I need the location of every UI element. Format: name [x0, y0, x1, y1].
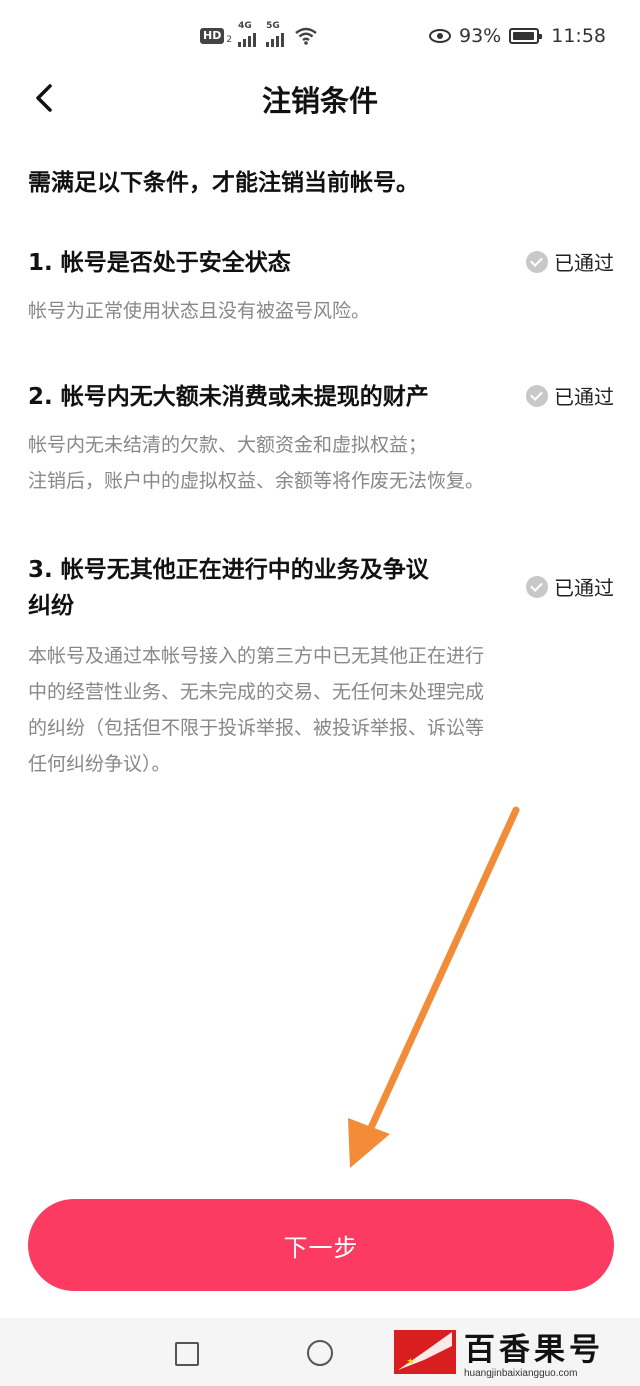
- watermark-name: 百香果号: [464, 1332, 604, 1368]
- condition-desc-line: 中的经营性业务、无未完成的交易、无任何未处理完成: [28, 681, 485, 703]
- condition-desc-line: 的纠纷（包括但不限于投诉举报、被投诉举报、诉讼等: [28, 717, 485, 739]
- battery-fill: [513, 32, 534, 40]
- condition-desc: 帐号内无未结清的欠款、大额资金和虚拟权益； 注销后，账户中的虚拟权益、余额等将作…: [28, 427, 614, 499]
- status-bar: HD 2 4G 5G 93% 11:58: [0, 0, 640, 72]
- hd-sub-label: 2: [226, 35, 233, 45]
- check-circle-icon: [526, 384, 548, 407]
- nav-home-icon[interactable]: [307, 1340, 333, 1366]
- next-step-button[interactable]: 下一步: [28, 1199, 614, 1291]
- clock: 11:58: [551, 25, 606, 47]
- annotation-arrow-icon: [348, 806, 520, 1168]
- battery-icon: [509, 28, 543, 44]
- status-left-icons: HD 2 4G 5G: [200, 21, 318, 48]
- condition-desc: 帐号为正常使用状态且没有被盗号风险。: [28, 300, 371, 322]
- nav-recents-icon[interactable]: [175, 1342, 199, 1366]
- page-title: 注销条件: [261, 84, 378, 118]
- condition-title-line: 纠纷: [28, 593, 74, 619]
- condition-title: 1. 帐号是否处于安全状态: [28, 250, 291, 276]
- condition-title-row: 2. 帐号内无大额未消费或未提现的财产 已通过: [28, 379, 614, 415]
- condition-status: 已通过: [526, 572, 614, 601]
- signal-type-label: 5G: [266, 21, 280, 31]
- condition-status: 已通过: [526, 381, 614, 410]
- condition-item: 1. 帐号是否处于安全状态 已通过 帐号为正常使用状态且没有被盗号风险。: [28, 245, 614, 329]
- signal-type-label: 4G: [238, 21, 252, 31]
- watermark: 百香果号 huangjinbaixiangguo.com: [394, 1330, 634, 1382]
- status-label: 已通过: [554, 251, 614, 275]
- condition-title: 3. 帐号无其他正在进行中的业务及争议 纠纷: [28, 552, 498, 624]
- watermark-logo-icon: [394, 1330, 456, 1374]
- status-label: 已通过: [554, 576, 614, 600]
- signal-icon: 4G: [238, 21, 257, 47]
- check-circle-icon: [526, 250, 548, 273]
- eye-icon: [429, 29, 451, 43]
- condition-desc-line: 帐号内无未结清的欠款、大额资金和虚拟权益；: [28, 434, 428, 456]
- header: 注销条件: [0, 72, 640, 124]
- condition-item: 2. 帐号内无大额未消费或未提现的财产 已通过 帐号内无未结清的欠款、大额资金和…: [28, 379, 614, 499]
- condition-desc-line: 本帐号及通过本帐号接入的第三方中已无其他正在进行: [28, 645, 485, 667]
- condition-title: 2. 帐号内无大额未消费或未提现的财产: [28, 384, 429, 410]
- watermark-url: huangjinbaixiangguo.com: [464, 1368, 578, 1379]
- intro-text: 需满足以下条件，才能注销当前帐号。: [28, 170, 419, 196]
- hd-icon: HD: [200, 28, 225, 44]
- battery-percent: 93%: [459, 25, 502, 47]
- condition-title-row: 1. 帐号是否处于安全状态 已通过: [28, 245, 614, 281]
- condition-title-row: 3. 帐号无其他正在进行中的业务及争议 纠纷 已通过: [28, 552, 614, 624]
- condition-status: 已通过: [526, 247, 614, 276]
- condition-item: 3. 帐号无其他正在进行中的业务及争议 纠纷 已通过 本帐号及通过本帐号接入的第…: [28, 552, 614, 782]
- wifi-icon: [295, 27, 317, 45]
- check-circle-icon: [526, 575, 548, 598]
- condition-title-line: 3. 帐号无其他正在进行中的业务及争议: [28, 557, 429, 583]
- signal-icon: 5G: [266, 21, 285, 47]
- status-right-icons: 93% 11:58: [429, 22, 606, 50]
- condition-desc-line: 任何纠纷争议）。: [28, 753, 171, 775]
- condition-desc-line: 注销后，账户中的虚拟权益、余额等将作废无法恢复。: [28, 470, 485, 492]
- status-label: 已通过: [554, 385, 614, 409]
- condition-desc: 本帐号及通过本帐号接入的第三方中已无其他正在进行 中的经营性业务、无未完成的交易…: [28, 638, 614, 782]
